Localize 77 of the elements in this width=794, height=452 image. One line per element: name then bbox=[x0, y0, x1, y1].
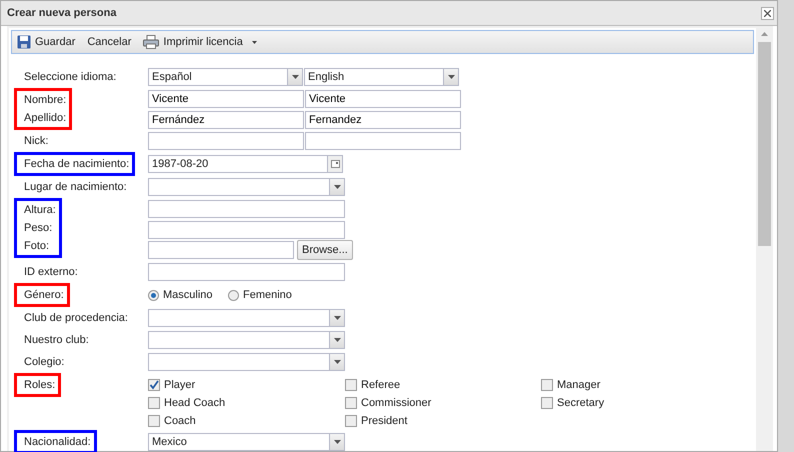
dropdown-value: Mexico bbox=[152, 436, 187, 448]
checkbox-option[interactable]: Secretary bbox=[541, 394, 691, 412]
dropdown-arrow-icon bbox=[334, 360, 340, 364]
field-label: Foto: bbox=[24, 238, 50, 254]
dropdown-field[interactable] bbox=[148, 331, 345, 349]
field-label: Apellido: bbox=[24, 110, 66, 126]
dropdown-arrow-icon bbox=[334, 184, 340, 190]
checkbox-option[interactable]: President bbox=[345, 412, 541, 430]
field-label: Seleccione idioma: bbox=[24, 70, 116, 85]
field-label: Colegio: bbox=[24, 354, 64, 370]
field-label: Fecha de nacimiento: bbox=[24, 156, 130, 172]
dropdown-field[interactable]: Mexico bbox=[148, 433, 345, 451]
toolbar-button[interactable]: Cancelar bbox=[87, 34, 132, 50]
date-value: 1987-08-20 bbox=[151, 157, 210, 172]
checkbox-option[interactable]: Commissioner bbox=[345, 394, 541, 412]
checkbox-option[interactable]: Manager bbox=[541, 376, 691, 394]
toolbar-button[interactable]: Guardar bbox=[17, 34, 76, 50]
checkbox[interactable] bbox=[148, 397, 160, 409]
dropdown-arrow-icon bbox=[334, 316, 340, 320]
field-label: Nick: bbox=[24, 134, 48, 149]
dropdown-arrow-icon bbox=[292, 74, 298, 80]
text-field[interactable] bbox=[148, 263, 345, 281]
radio-option[interactable]: Masculino bbox=[148, 286, 214, 304]
dropdown-value: English bbox=[308, 71, 344, 83]
toolbar-button[interactable]: Imprimir licencia bbox=[143, 34, 257, 50]
text-field[interactable] bbox=[148, 241, 294, 259]
text-field[interactable]: Vicente bbox=[305, 90, 461, 108]
checkbox-option[interactable]: Referee bbox=[345, 376, 541, 394]
scroll-up-icon[interactable] bbox=[761, 32, 768, 36]
dropdown-arrow-icon bbox=[334, 440, 340, 444]
dropdown-arrow-icon bbox=[448, 74, 454, 80]
checkbox[interactable] bbox=[148, 379, 160, 391]
browse-button[interactable]: Browse... bbox=[297, 240, 353, 260]
checkbox[interactable] bbox=[345, 415, 357, 427]
field-label: Roles: bbox=[24, 378, 56, 393]
checkbox[interactable] bbox=[345, 379, 357, 391]
checkbox-option[interactable]: Coach bbox=[148, 412, 345, 430]
field-label: Género: bbox=[24, 288, 64, 303]
checkbox[interactable] bbox=[541, 379, 553, 391]
close-icon bbox=[764, 10, 771, 16]
text-field[interactable] bbox=[148, 132, 304, 150]
scrollbar[interactable] bbox=[756, 26, 773, 451]
field-label: Lugar de nacimiento: bbox=[24, 180, 127, 195]
dropdown-field[interactable] bbox=[148, 309, 345, 327]
dropdown-field[interactable] bbox=[148, 353, 345, 371]
field-label: Peso: bbox=[24, 220, 52, 236]
checkbox[interactable] bbox=[345, 397, 357, 409]
field-label: Nombre: bbox=[24, 92, 66, 108]
checkbox-option[interactable]: Player bbox=[148, 376, 345, 394]
field-label: Club de procedencia: bbox=[24, 310, 128, 326]
field-label: Nuestro club: bbox=[24, 332, 89, 348]
text-field[interactable]: Fernandez bbox=[305, 110, 461, 128]
radio-button[interactable] bbox=[148, 290, 159, 300]
text-field[interactable] bbox=[148, 200, 345, 218]
text-field[interactable]: Vicente bbox=[148, 90, 304, 108]
radio-option[interactable]: Femenino bbox=[228, 286, 294, 304]
dropdown-field[interactable]: English bbox=[304, 68, 459, 86]
close-button[interactable] bbox=[761, 6, 774, 20]
text-field[interactable]: Fernández bbox=[148, 110, 304, 128]
field-label: Nacionalidad: bbox=[24, 434, 91, 450]
printer-icon bbox=[143, 35, 160, 49]
checkbox-option[interactable]: Head Coach bbox=[148, 394, 345, 412]
dropdown-arrow-icon bbox=[334, 338, 340, 342]
field-label: ID externo: bbox=[24, 264, 78, 280]
dropdown-value: Español bbox=[152, 71, 192, 83]
date-field[interactable]: 1987-08-20 bbox=[148, 155, 343, 173]
scroll-thumb[interactable] bbox=[758, 42, 771, 246]
checkbox[interactable] bbox=[541, 397, 553, 409]
radio-button[interactable] bbox=[228, 290, 239, 300]
field-label: Altura: bbox=[24, 202, 56, 218]
checkbox[interactable] bbox=[148, 415, 160, 427]
dropdown-field[interactable]: Español bbox=[148, 68, 303, 86]
dropdown-field[interactable] bbox=[148, 178, 345, 196]
window-title: Crear nueva persona bbox=[7, 6, 116, 21]
text-field[interactable] bbox=[305, 132, 461, 150]
calendar-icon bbox=[330, 160, 340, 168]
text-field[interactable] bbox=[148, 220, 345, 238]
